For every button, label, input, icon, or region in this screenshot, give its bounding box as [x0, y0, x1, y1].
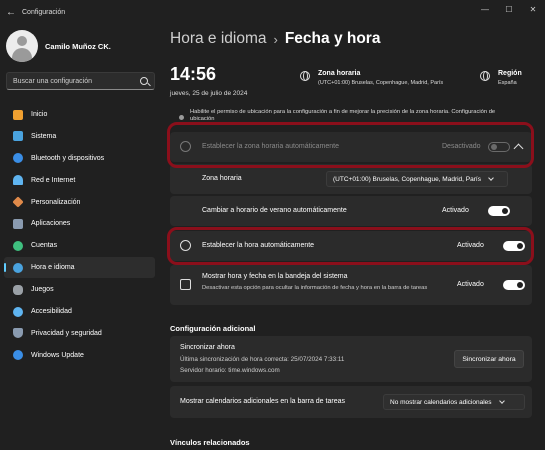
timezone-dropdown[interactable]: (UTC+01:00) Bruselas, Copenhague, Madrid… [326, 171, 508, 187]
main-content: Hora e idioma › Fecha y hora 14:56 jueve… [162, 24, 545, 450]
bluetooth-icon [13, 153, 23, 164]
tray-label: Mostrar hora y fecha en la bandeja del s… [202, 273, 348, 280]
sidebar-item-cuentas[interactable]: Cuentas [4, 235, 155, 256]
region-summary-value: España [498, 80, 517, 86]
location-permission-note: Habilite el permiso de ubicación para la… [190, 109, 496, 122]
tray-description: Desactivar esta opción para ocultar la i… [202, 285, 428, 291]
gamepad-icon [13, 284, 23, 295]
sidebar-nav: Inicio Sistema Bluetooth y dispositivos … [4, 104, 155, 367]
globe-clock-icon [13, 262, 23, 273]
sidebar-item-bluetooth[interactable]: Bluetooth y dispositivos [4, 148, 155, 169]
brush-icon [12, 196, 24, 208]
shield-icon [13, 328, 23, 339]
timezone-summary-title: Zona horaria [318, 70, 361, 77]
sidebar-item-label: Sistema [31, 132, 57, 140]
sidebar-item-label: Aplicaciones [31, 220, 71, 228]
minimize-icon[interactable]: — [473, 0, 497, 18]
info-dot-icon [179, 115, 184, 120]
globe-clock-icon [300, 71, 310, 81]
breadcrumb-parent[interactable]: Hora e idioma [170, 30, 267, 48]
search-input[interactable]: Buscar una configuración [6, 72, 155, 90]
calendars-dropdown-value: No mostrar calendarios adicionales [390, 398, 492, 406]
sidebar-item-personalizacion[interactable]: Personalización [4, 192, 155, 213]
search-icon[interactable] [140, 77, 148, 85]
timezone-summary: Zona horaria (UTC+01:00) Bruselas, Copen… [300, 70, 443, 86]
tray-row: Mostrar hora y fecha en la bandeja del s… [170, 265, 532, 305]
sidebar-item-red[interactable]: Red e Internet [4, 170, 155, 191]
sidebar-item-sistema[interactable]: Sistema [4, 126, 155, 147]
sidebar: Camilo Muñoz CK. Buscar una configuració… [0, 24, 162, 450]
calendar-clock-icon [180, 279, 191, 290]
person-icon [13, 240, 23, 251]
highlight-auto-time [167, 227, 534, 265]
sidebar-item-label: Personalización [31, 198, 81, 206]
related-links-title: Vínculos relacionados [170, 438, 250, 447]
sidebar-item-aplicaciones[interactable]: Aplicaciones [4, 213, 155, 234]
globe-icon [480, 71, 490, 81]
dst-row: Cambiar a horario de verano automáticame… [170, 196, 532, 226]
close-icon[interactable]: ✕ [521, 0, 545, 18]
calendars-label: Mostrar calendarios adicionales en la ba… [180, 398, 345, 405]
dst-label: Cambiar a horario de verano automáticame… [202, 207, 347, 214]
region-summary-title: Región [498, 70, 522, 77]
sidebar-item-windows-update[interactable]: Windows Update [4, 345, 155, 366]
timezone-dropdown-value: (UTC+01:00) Bruselas, Copenhague, Madrid… [333, 175, 481, 183]
additional-config-title: Configuración adicional [170, 324, 256, 333]
timezone-row: Zona horaria (UTC+01:00) Bruselas, Copen… [170, 164, 532, 194]
current-date: jueves, 25 de julio de 2024 [170, 90, 248, 97]
sidebar-item-privacidad[interactable]: Privacidad y seguridad [4, 323, 155, 344]
sidebar-item-label: Windows Update [31, 351, 84, 359]
calendars-row: Mostrar calendarios adicionales en la ba… [170, 386, 532, 418]
chevron-right-icon: › [273, 31, 278, 47]
update-icon [13, 350, 23, 361]
timezone-summary-value: (UTC+01:00) Bruselas, Copenhague, Madrid… [318, 80, 444, 86]
wifi-icon [13, 175, 23, 186]
breadcrumb: Hora e idioma › Fecha y hora [170, 30, 380, 48]
maximize-icon[interactable]: ☐ [497, 0, 521, 18]
sync-card: Sincronizar ahora Última sincronización … [170, 336, 532, 382]
sidebar-item-accesibilidad[interactable]: Accesibilidad [4, 301, 155, 322]
timezone-label: Zona horaria [202, 175, 242, 182]
window-controls: — ☐ ✕ [473, 0, 545, 18]
sync-now-button[interactable]: Sincronizar ahora [454, 350, 524, 368]
calendars-dropdown[interactable]: No mostrar calendarios adicionales [383, 394, 525, 410]
back-arrow-icon[interactable]: ← [0, 0, 22, 24]
sidebar-item-label: Hora e idioma [31, 264, 75, 272]
tray-status: Activado [457, 281, 484, 288]
title-bar: ← Configuración — ☐ ✕ [0, 0, 545, 24]
dst-status: Activado [442, 207, 469, 214]
region-summary: Región España [480, 70, 522, 86]
sidebar-item-hora-idioma[interactable]: Hora e idioma [4, 257, 155, 279]
sidebar-item-inicio[interactable]: Inicio [4, 104, 155, 125]
home-icon [13, 109, 23, 120]
monitor-icon [13, 131, 23, 142]
user-profile[interactable]: Camilo Muñoz CK. [6, 30, 111, 62]
avatar [6, 30, 38, 62]
app-title: Configuración [22, 8, 66, 16]
chevron-down-icon [488, 174, 494, 181]
search-placeholder: Buscar una configuración [13, 77, 92, 85]
current-time: 14:56 [170, 64, 217, 84]
sidebar-item-label: Privacidad y seguridad [31, 329, 102, 337]
page-title: Fecha y hora [284, 30, 381, 47]
sidebar-item-label: Red e Internet [31, 176, 76, 184]
user-name: Camilo Muñoz CK. [45, 41, 111, 51]
sidebar-item-label: Juegos [31, 286, 54, 294]
sync-last-time: Última sincronización de hora correcta: … [180, 356, 345, 363]
dst-toggle[interactable] [488, 206, 510, 216]
apps-icon [13, 218, 23, 229]
sync-server: Servidor horario: time.windows.com [180, 367, 280, 374]
highlight-auto-timezone [167, 122, 534, 168]
sync-title: Sincronizar ahora [180, 344, 235, 351]
tray-toggle[interactable] [503, 280, 525, 290]
sidebar-item-label: Cuentas [31, 242, 58, 250]
chevron-down-icon [498, 397, 505, 404]
sidebar-item-label: Bluetooth y dispositivos [31, 154, 105, 162]
sidebar-item-juegos[interactable]: Juegos [4, 279, 155, 300]
sidebar-item-label: Inicio [31, 111, 48, 118]
accessibility-icon [13, 306, 23, 317]
sidebar-item-label: Accesibilidad [31, 308, 72, 316]
